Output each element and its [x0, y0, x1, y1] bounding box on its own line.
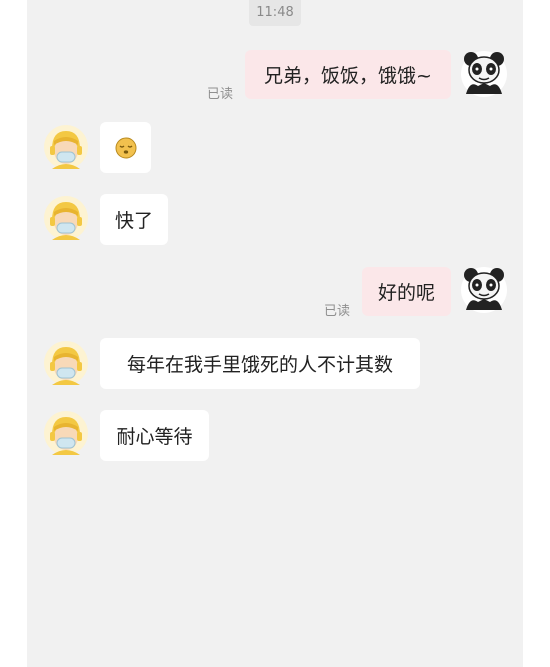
chat-area[interactable]: 11:48 已读 兄弟，饭饭，饿饿~ 快了 已读 好的呢 每年在我手里饿死的人不… [27, 0, 523, 667]
sleepy-face-emoji-icon [115, 137, 137, 159]
masked-man-avatar-icon[interactable] [44, 411, 88, 455]
read-receipt: 已读 [324, 304, 351, 319]
message-bubble[interactable]: 每年在我手里饿死的人不计其数 [100, 338, 420, 389]
masked-man-avatar-icon[interactable] [44, 341, 88, 385]
message-bubble[interactable] [100, 122, 151, 173]
message-bubble[interactable]: 兄弟，饭饭，饿饿~ [245, 50, 451, 99]
message-bubble[interactable]: 快了 [100, 194, 168, 245]
message-bubble[interactable]: 耐心等待 [100, 410, 209, 461]
panda-avatar-icon[interactable] [460, 266, 508, 314]
panda-avatar-icon[interactable] [460, 50, 508, 98]
read-receipt: 已读 [207, 87, 234, 102]
masked-man-avatar-icon[interactable] [44, 125, 88, 169]
timestamp: 11:48 [249, 0, 301, 26]
message-bubble[interactable]: 好的呢 [362, 267, 451, 316]
masked-man-avatar-icon[interactable] [44, 196, 88, 240]
